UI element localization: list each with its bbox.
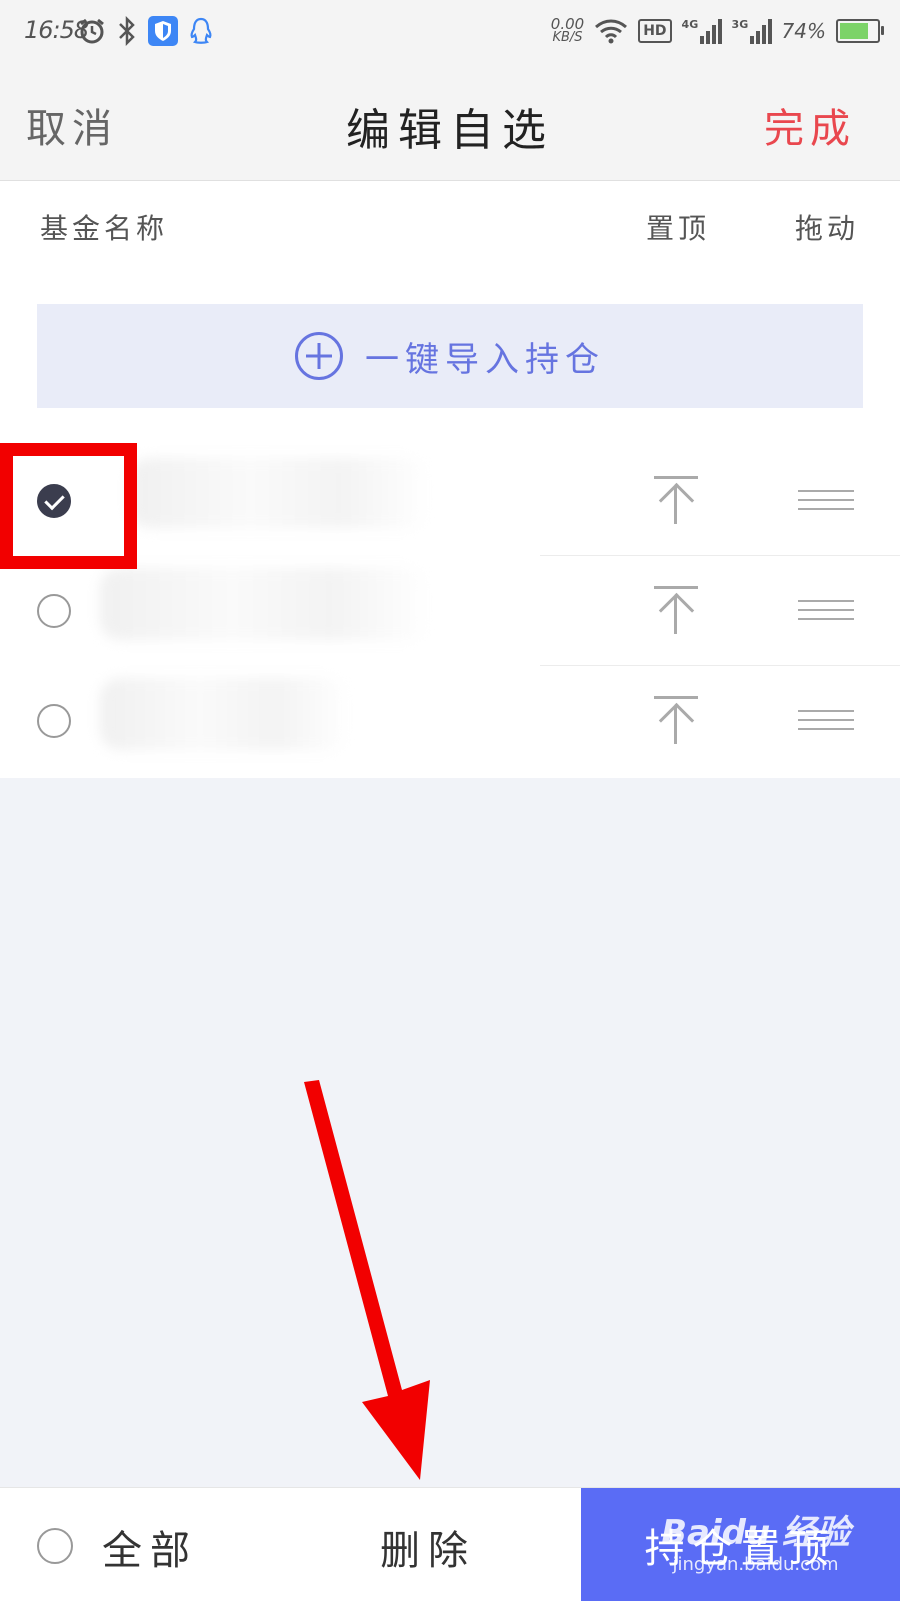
wifi-icon <box>595 19 628 44</box>
row-checkbox[interactable] <box>37 704 71 738</box>
bluetooth-icon <box>119 16 135 46</box>
battery-fill <box>840 23 868 39</box>
plus-circle-icon <box>295 332 343 380</box>
pin-top-icon[interactable] <box>654 586 698 634</box>
drag-handle-icon[interactable] <box>798 710 854 732</box>
select-all-label[interactable]: 全部 <box>102 1518 198 1576</box>
bottom-action-bar: 全部 删除 持仓置顶 <box>0 1487 900 1601</box>
column-drag: 拖动 <box>795 212 860 245</box>
drag-handle-icon[interactable] <box>798 490 854 512</box>
signal-3g: 3G <box>732 18 772 44</box>
net-speed: 0.00 KB/S <box>551 17 584 45</box>
drag-handle-icon[interactable] <box>798 600 854 622</box>
column-fund-name: 基金名称 <box>40 212 169 245</box>
net-speed-value: 0.00 <box>550 15 585 33</box>
pin-holdings-button[interactable]: 持仓置顶 <box>581 1488 900 1601</box>
fund-row[interactable] <box>0 446 900 556</box>
alarm-icon <box>80 18 104 44</box>
signal-3g-label: 3G <box>731 18 749 31</box>
title-bar: 编辑自选 取消 完成 <box>0 62 900 181</box>
select-all-checkbox[interactable] <box>37 1528 73 1564</box>
shield-app-icon <box>148 16 178 46</box>
delete-button[interactable]: 删除 <box>380 1518 476 1576</box>
column-header: 基金名称 置顶 拖动 <box>0 181 900 267</box>
blurred-fund-name <box>100 568 430 640</box>
blurred-fund-name <box>130 458 430 528</box>
import-holdings-label: 一键导入持仓 <box>365 339 605 380</box>
signal-4g-label: 4G <box>681 18 699 31</box>
blurred-fund-name <box>100 678 350 750</box>
battery-percent: 74% <box>781 19 826 43</box>
status-bar: 16:58 0.00 KB/S HD 4G 3G 74% <box>0 0 900 62</box>
net-speed-unit: KB/S <box>552 30 583 45</box>
pin-top-icon[interactable] <box>654 476 698 524</box>
pin-top-icon[interactable] <box>654 696 698 744</box>
status-icons-left <box>78 14 214 48</box>
import-holdings-button[interactable]: 一键导入持仓 <box>37 304 863 408</box>
row-checkbox[interactable] <box>37 594 71 628</box>
pin-holdings-label: 持仓置顶 <box>644 1525 837 1572</box>
hd-badge: HD <box>638 19 672 43</box>
red-arrow-annotation <box>304 1080 430 1480</box>
status-icons-right: 0.00 KB/S HD 4G 3G 74% <box>551 12 884 50</box>
qq-icon <box>190 17 212 44</box>
done-button[interactable]: 完成 <box>764 96 856 154</box>
fund-row[interactable] <box>0 666 900 776</box>
column-pin-top: 置顶 <box>646 212 711 245</box>
battery-icon <box>836 19 884 43</box>
row-checkbox[interactable] <box>37 484 71 518</box>
signal-4g: 4G <box>682 18 722 44</box>
fund-row[interactable] <box>0 556 900 666</box>
cancel-button[interactable]: 取消 <box>26 96 118 154</box>
